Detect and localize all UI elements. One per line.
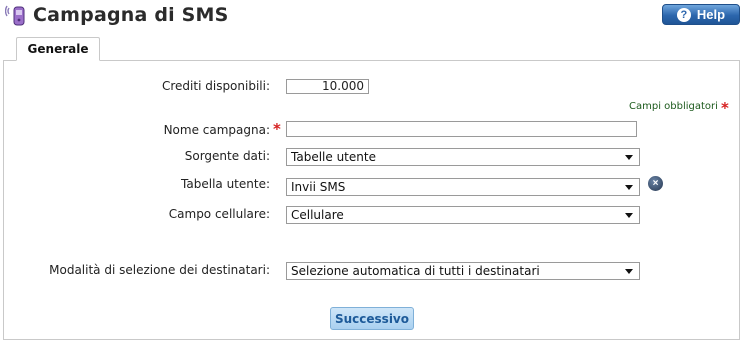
phone-field-label: Campo cellulare: bbox=[168, 207, 270, 221]
chevron-down-icon bbox=[625, 185, 633, 190]
mandatory-note-label: Campi obbligatori bbox=[629, 101, 718, 112]
next-button[interactable]: Successivo bbox=[330, 307, 414, 330]
selection-mode-select[interactable]: Selezione automatica di tutti i destinat… bbox=[286, 262, 640, 280]
user-table-value: Invii SMS bbox=[291, 180, 346, 194]
phone-field-select[interactable]: Cellulare bbox=[286, 206, 640, 224]
clear-icon[interactable]: × bbox=[648, 176, 663, 191]
phone-field-value: Cellulare bbox=[291, 208, 344, 222]
help-button-label: Help bbox=[696, 7, 726, 22]
mobile-phone-icon bbox=[5, 5, 25, 26]
required-star-icon: * bbox=[273, 120, 281, 138]
user-table-label: Tabella utente: bbox=[181, 177, 270, 191]
credits-label: Crediti disponibili: bbox=[162, 79, 270, 93]
campaign-name-label: Nome campagna: bbox=[163, 123, 270, 137]
selection-mode-value: Selezione automatica di tutti i destinat… bbox=[291, 264, 540, 278]
data-source-label: Sorgente dati: bbox=[184, 149, 270, 163]
help-icon: ? bbox=[676, 7, 691, 22]
user-table-select[interactable]: Invii SMS bbox=[286, 178, 640, 196]
tab-generale[interactable]: Generale bbox=[16, 37, 100, 61]
chevron-down-icon bbox=[625, 269, 633, 274]
chevron-down-icon bbox=[625, 155, 633, 160]
mandatory-note: Campi obbligatori bbox=[629, 101, 718, 112]
selection-mode-label: Modalità di selezione dei destinatari: bbox=[49, 263, 270, 277]
chevron-down-icon bbox=[625, 213, 633, 218]
help-button[interactable]: ? Help bbox=[662, 4, 740, 25]
data-source-value: Tabelle utente bbox=[291, 150, 376, 164]
required-star-icon: * bbox=[721, 99, 729, 117]
credits-value: 10.000 bbox=[286, 79, 369, 94]
page-title: Campagna di SMS bbox=[33, 4, 229, 26]
data-source-select[interactable]: Tabelle utente bbox=[286, 148, 640, 166]
campaign-name-input[interactable] bbox=[286, 121, 637, 137]
